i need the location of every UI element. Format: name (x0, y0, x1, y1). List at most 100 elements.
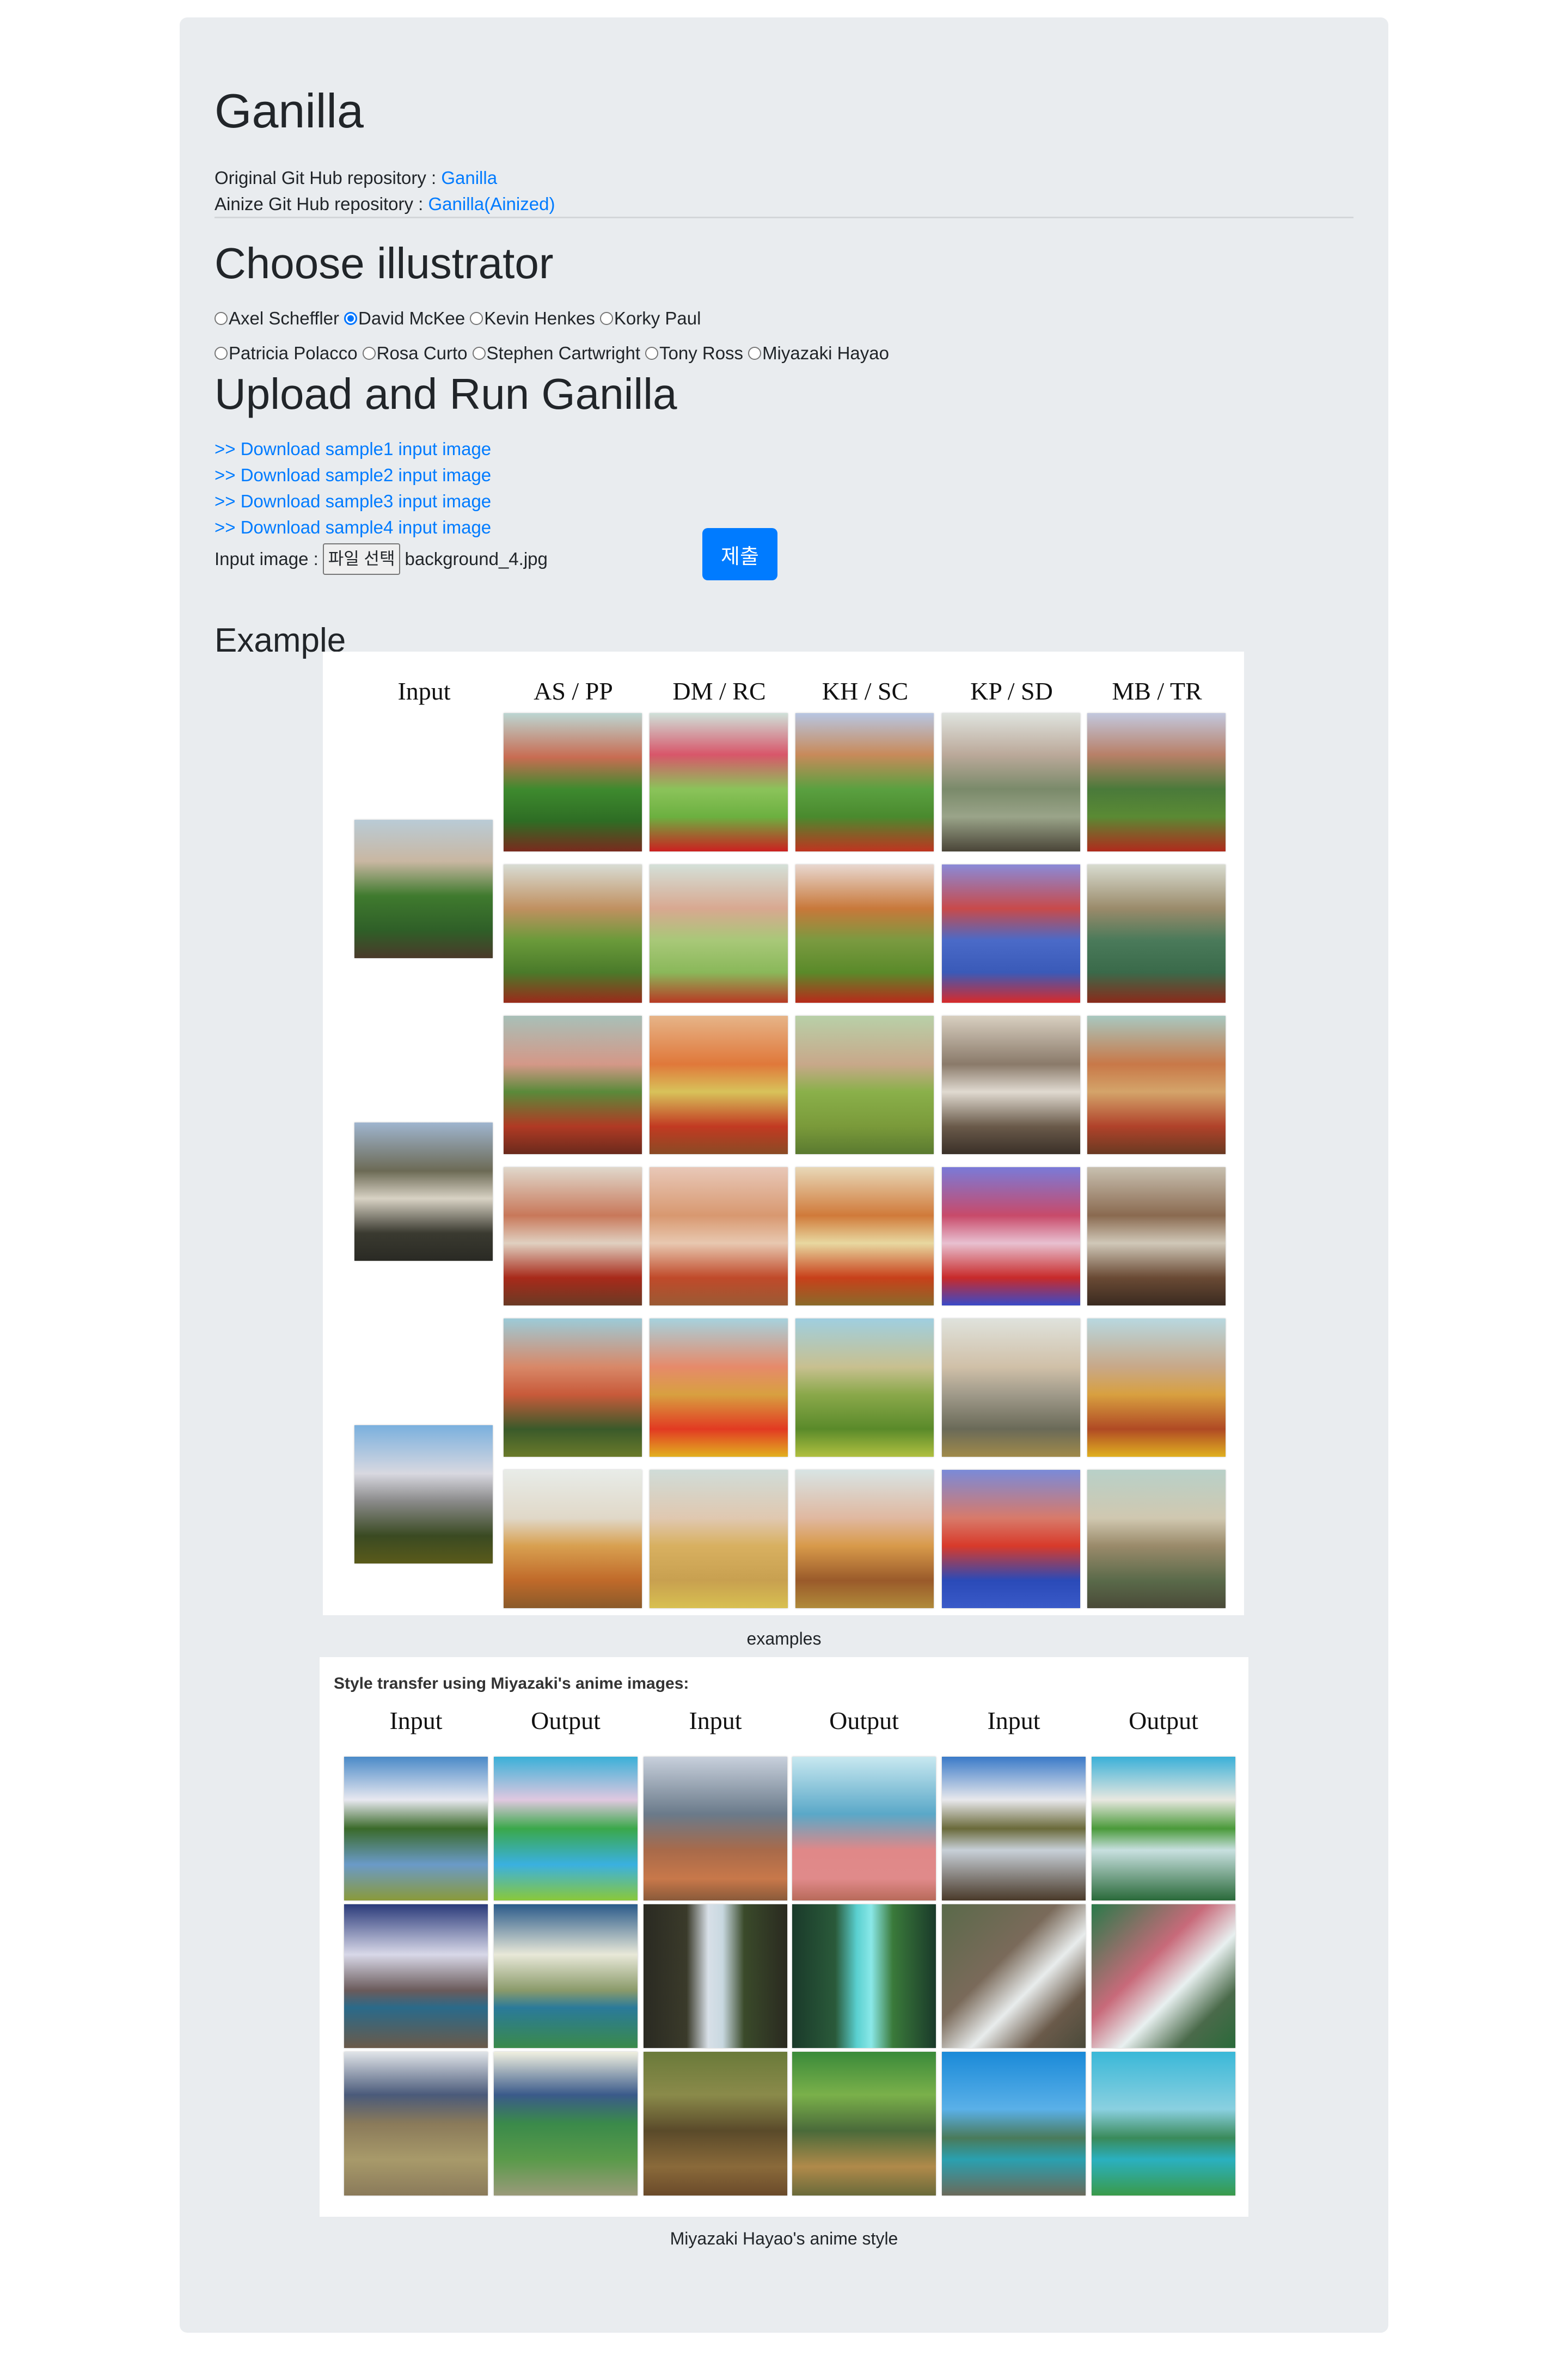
ainize-repo-line: Ainize Git Hub repository : Ganilla(Aini… (215, 195, 555, 213)
radio-label: David McKee (358, 308, 465, 328)
radio-option-kevin-henkes[interactable]: Kevin Henkes (470, 309, 595, 327)
style-output-image (650, 1016, 788, 1154)
style-output-image (1087, 864, 1226, 1003)
style-output-image (1087, 713, 1226, 851)
radio-option-david-mckee[interactable]: David McKee (344, 309, 465, 327)
style-output-image (504, 1319, 642, 1457)
radio-button[interactable] (748, 346, 762, 360)
download-sample3-link[interactable]: >> Download sample3 input image (215, 492, 491, 510)
radio-option-patricia-polacco[interactable]: Patricia Polacco (215, 344, 358, 362)
download-sample2-link[interactable]: >> Download sample2 input image (215, 466, 491, 484)
column-label: KP / SD (970, 677, 1053, 705)
column-label: AS / PP (534, 677, 613, 705)
radio-button[interactable] (472, 346, 486, 360)
radio-button[interactable] (362, 346, 376, 360)
radio-button[interactable] (215, 311, 228, 325)
style-output-image (650, 713, 788, 851)
column-label: Input (689, 1707, 742, 1734)
input-image (354, 820, 493, 958)
ainize-repo-label: Ainize Git Hub repository : (215, 194, 428, 214)
radio-label: Rosa Curto (376, 343, 468, 363)
column-label: Output (531, 1707, 601, 1734)
examples-figure: Input AS / PP DM / RC KH / SC KP / SD MB / TR (323, 652, 1244, 1615)
radio-button[interactable] (599, 311, 613, 325)
radio-label: Miyazaki Hayao (762, 343, 889, 363)
divider (215, 217, 1353, 218)
radio-option-axel-scheffler[interactable]: Axel Scheffler (215, 309, 339, 327)
column-label: Input (397, 677, 451, 705)
miyazaki-input-image (942, 1757, 1086, 1900)
miyazaki-output-image (494, 1757, 638, 1900)
selected-file-name: background_4.jpg (405, 549, 548, 569)
style-output-image (942, 713, 1080, 851)
miyazaki-figure-title: Style transfer using Miyazaki's anime im… (334, 1675, 689, 1693)
radio-label: Stephen Cartwright (486, 343, 640, 363)
illustrator-radio-row-1: Axel Scheffler David McKee Kevin Henkes Kor… (215, 309, 706, 327)
style-output-image (650, 1319, 788, 1457)
column-label: Output (829, 1707, 899, 1734)
column-label: Output (1129, 1707, 1198, 1734)
radio-label: Kevin Henkes (484, 308, 595, 328)
column-label: DM / RC (672, 677, 766, 705)
download-sample4-link[interactable]: >> Download sample4 input image (215, 518, 491, 536)
miyazaki-output-image (792, 1757, 936, 1900)
style-output-image (795, 713, 934, 851)
radio-label: Tony Ross (659, 343, 744, 363)
miyazaki-output-image (494, 2052, 638, 2196)
style-output-image (1087, 1016, 1226, 1154)
style-output-image (942, 1016, 1080, 1154)
style-output-image (795, 1470, 934, 1608)
original-repo-link[interactable]: Ganilla (441, 168, 497, 188)
style-output-image (504, 713, 642, 851)
input-image (354, 1425, 493, 1563)
style-output-image (795, 1167, 934, 1305)
radio-option-miyazaki-hayao[interactable]: Miyazaki Hayao (748, 344, 889, 362)
miyazaki-input-image (942, 1904, 1086, 2048)
style-output-image (504, 1470, 642, 1608)
ainize-repo-link[interactable]: Ganilla(Ainized) (428, 194, 555, 214)
radio-option-rosa-curto[interactable]: Rosa Curto (362, 343, 468, 363)
miyazaki-output-image (1092, 1757, 1235, 1900)
miyazaki-input-image (344, 1757, 488, 1900)
style-output-image (504, 1016, 642, 1154)
page-title: Ganilla (215, 84, 364, 138)
style-output-image (1087, 1167, 1226, 1305)
style-output-image (650, 1167, 788, 1305)
miyazaki-output-image (494, 1904, 638, 2048)
choose-file-button[interactable]: 파일 선택 (322, 543, 401, 575)
style-output-image (942, 864, 1080, 1003)
style-output-image (795, 1016, 934, 1154)
column-label: KH / SC (822, 677, 909, 705)
download-sample1-link[interactable]: >> Download sample1 input image (215, 440, 491, 458)
file-input-row: Input image : 파일 선택 background_4.jpg (215, 543, 548, 575)
miyazaki-output-image (1092, 1904, 1235, 2048)
style-output-image (504, 1167, 642, 1305)
radio-option-korky-paul[interactable]: Korky Paul (599, 308, 701, 328)
miyazaki-input-image (644, 2052, 787, 2196)
radio-label: Korky Paul (614, 308, 701, 328)
style-output-image (942, 1167, 1080, 1305)
illustrator-radio-row-2: Patricia Polacco Rosa Curto Stephen Cartwr… (215, 344, 894, 362)
style-output-image (1087, 1319, 1226, 1457)
miyazaki-figure: Style transfer using Miyazaki's anime im… (320, 1657, 1248, 2217)
miyazaki-input-image (344, 1904, 488, 2048)
input-image-label: Input image : (215, 549, 318, 569)
column-label: Input (987, 1707, 1040, 1734)
radio-button[interactable] (645, 346, 658, 360)
style-output-image (504, 864, 642, 1003)
column-label: MB / TR (1112, 677, 1202, 705)
original-repo-label: Original Git Hub repository : (215, 168, 442, 188)
radio-option-tony-ross[interactable]: Tony Ross (645, 344, 743, 362)
radio-label: Patricia Polacco (229, 343, 358, 363)
input-image (354, 1123, 493, 1261)
radio-button[interactable] (215, 346, 228, 360)
submit-button[interactable]: 제출 (702, 528, 777, 580)
miyazaki-output-image (792, 1904, 936, 2048)
choose-illustrator-heading: Choose illustrator (215, 239, 554, 287)
radio-option-stephen-cartwright[interactable]: Stephen Cartwright (472, 343, 640, 363)
miyazaki-output-image (792, 2052, 936, 2196)
radio-button[interactable] (344, 311, 357, 325)
radio-button[interactable] (470, 311, 483, 325)
style-output-image (650, 1470, 788, 1608)
miyazaki-output-image (1092, 2052, 1235, 2196)
